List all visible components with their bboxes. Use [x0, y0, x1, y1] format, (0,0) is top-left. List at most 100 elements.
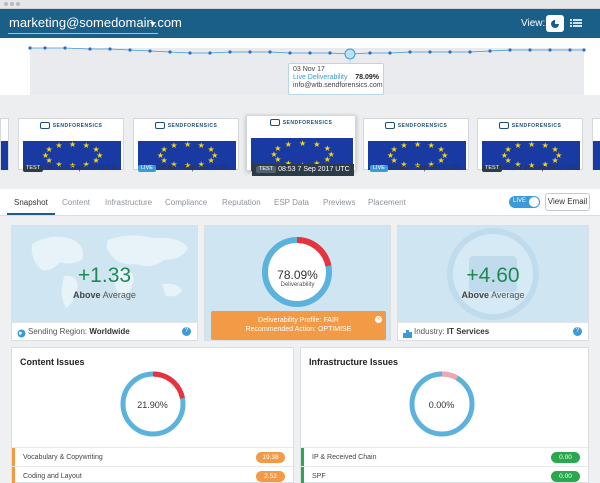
- content-issues-percent: 21.90%: [137, 400, 168, 410]
- industry-footer: Industry: IT Services ?: [398, 322, 588, 340]
- window-titlebar: [0, 0, 600, 9]
- email-thumbnail[interactable]: SENDFORENSICS ★ ★ ★ ★ ★ ★ ★ ★ ★ ★ ★ ★: [18, 118, 124, 170]
- tab-compliance[interactable]: Compliance: [165, 198, 207, 207]
- region-footer-label: Sending Region:: [28, 327, 88, 336]
- region-score: +1.33: [77, 264, 132, 287]
- industry-score-caption: Above Average: [461, 290, 525, 300]
- thumbnail-stamp: LIVE 09:03 7 Sep 2017 UTC: [370, 164, 462, 173]
- issue-label: IP & Received Chain: [312, 454, 377, 461]
- issue-row[interactable]: Coding and Layout 2.52: [12, 466, 293, 483]
- deliverability-profile-banner: Deliverability Profile: FAIR Recommended…: [211, 311, 386, 340]
- profile-text: Deliverability Profile: FAIR: [258, 317, 339, 324]
- help-icon[interactable]: ?: [182, 327, 191, 336]
- flag-star: ★: [92, 145, 100, 155]
- flag-star: ★: [541, 141, 549, 151]
- content-issues-card: Content Issues 21.90% Vocabulary & Copyw…: [11, 347, 294, 483]
- flag-star: ★: [207, 145, 215, 155]
- flag-star: ★: [45, 145, 53, 155]
- infrastructure-issues-ring: [409, 371, 475, 437]
- email-thumbnail[interactable]: SENDFORENSICS ★ ★ ★ ★ ★ ★ ★ ★ ★ ★ ★ ★: [477, 118, 583, 170]
- infrastructure-issues-card: Infrastructure Issues 0.00% IP & Receive…: [300, 347, 589, 483]
- timeline-tooltip: 03 Nov 17 Live Deliverability 78.09% info…: [288, 63, 384, 95]
- tab-content[interactable]: Content: [62, 198, 90, 207]
- email-thumbnail[interactable]: SENDFORENSICS ★ ★ ★ ★ ★ ★ ★ ★ ★ ★ ★ ★: [363, 118, 469, 170]
- infrastructure-issues-percent: 0.00%: [428, 400, 455, 410]
- thumbnail-partial[interactable]: [592, 118, 600, 170]
- industry-score-card: +4.60 Above Average Industry: IT Service…: [397, 225, 589, 341]
- help-icon[interactable]: ?: [573, 327, 582, 336]
- list-icon[interactable]: [570, 16, 584, 30]
- flag-star: ★: [323, 144, 331, 153]
- email-thumbnail-selected[interactable]: SENDFORENSICS ★★★★★★★★★★★★: [246, 115, 356, 171]
- view-email-button[interactable]: View Email: [545, 193, 590, 211]
- tooltip-email: info@wtb.sendforensics.com: [293, 82, 383, 89]
- flag-star: ★: [299, 138, 307, 148]
- tooltip-date: 03 Nov 17: [293, 66, 325, 73]
- flag-star: ★: [414, 141, 422, 150]
- test-badge: TEST: [23, 165, 44, 172]
- close-icon[interactable]: x: [375, 316, 382, 323]
- active-tab-indicator: [7, 213, 55, 215]
- thumbnail-stamp: TEST 08:37 7 Sep 2017 UTC: [23, 164, 117, 173]
- sendforensics-logo: SENDFORENSICS: [134, 122, 238, 129]
- flag-star: ★: [427, 141, 435, 151]
- tab-snapshot[interactable]: Snapshot: [14, 198, 48, 207]
- thumbnail-stamp-selected: TEST 08:53 7 Sep 2017 UTC: [252, 164, 354, 176]
- globe-icon: [17, 327, 26, 338]
- issue-score-badge: 19.38: [256, 452, 285, 463]
- live-toggle[interactable]: LIVE: [509, 196, 540, 208]
- issue-score-badge: 0.00: [551, 471, 580, 482]
- tab-esp-data[interactable]: ESP Data: [274, 198, 309, 207]
- live-badge: LIVE: [370, 165, 388, 172]
- flag-star: ★: [284, 139, 292, 149]
- sendforensics-logo: SENDFORENSICS: [19, 122, 123, 129]
- flag-star: ★: [313, 139, 321, 149]
- issue-row[interactable]: IP & Received Chain 0.00: [301, 447, 588, 466]
- tooltip-value: 78.09%: [355, 74, 379, 81]
- region-footer: Sending Region: Worldwide ?: [12, 322, 197, 340]
- test-badge: TEST: [482, 165, 503, 172]
- top-header: marketing@somedomain.com View:: [0, 9, 600, 38]
- deliverability-label: Deliverability: [280, 282, 315, 288]
- window-dot-icon: [10, 2, 14, 6]
- industry-footer-value: IT Services: [446, 327, 490, 336]
- flag-star: ★: [69, 141, 77, 150]
- flag-star: ★: [437, 145, 445, 155]
- deliverability-value: 78.09%: [277, 268, 318, 282]
- flag-star: ★: [390, 145, 398, 155]
- tab-reputation[interactable]: Reputation: [222, 198, 261, 207]
- timeline-selected-point[interactable]: [344, 48, 356, 60]
- content-issues-ring: [120, 371, 186, 437]
- email-thumbnail[interactable]: SENDFORENSICS ★ ★ ★ ★ ★ ★ ★ ★ ★ ★ ★ ★: [133, 118, 239, 170]
- tooltip-series: Live Deliverability 78.09%: [293, 74, 379, 81]
- tab-previews[interactable]: Previews: [323, 198, 355, 207]
- tab-placement[interactable]: Placement: [368, 198, 406, 207]
- region-score-caption: Above Average: [73, 290, 136, 300]
- flag-star: ★: [528, 141, 536, 150]
- sendforensics-logo: SENDFORENSICS: [247, 119, 355, 126]
- flag-star: ★: [170, 141, 178, 151]
- thumbnail-partial[interactable]: [0, 118, 9, 170]
- sendforensics-logo: SENDFORENSICS: [478, 122, 582, 129]
- flag-star: ★: [504, 145, 512, 155]
- building-icon: [403, 327, 412, 338]
- flag-star: ★: [274, 144, 282, 153]
- flag-star: ★: [184, 141, 192, 150]
- region-score-card: +1.33 Above Average Sending Region: Worl…: [11, 225, 198, 341]
- chevron-down-icon[interactable]: [150, 22, 156, 26]
- industry-footer-label: Industry:: [414, 327, 445, 336]
- pie-chart-icon[interactable]: [546, 15, 564, 32]
- issue-label: SPF: [312, 473, 326, 480]
- report-tabs: Snapshot Content Infrastructure Complian…: [0, 189, 600, 216]
- flag-star: ★: [197, 141, 205, 151]
- issue-row[interactable]: SPF 0.00: [301, 466, 588, 483]
- flag-star: ★: [551, 145, 559, 155]
- tab-infrastructure[interactable]: Infrastructure: [105, 198, 152, 207]
- window-dot-icon: [4, 2, 8, 6]
- issue-score-badge: 2.52: [256, 471, 285, 482]
- live-badge: LIVE: [138, 165, 156, 172]
- sendforensics-logo: SENDFORENSICS: [364, 122, 468, 129]
- issue-score-badge: 0.00: [551, 452, 580, 463]
- issue-row[interactable]: Vocabulary & Copywriting 19.38: [12, 447, 293, 466]
- flag-star: ★: [323, 155, 331, 164]
